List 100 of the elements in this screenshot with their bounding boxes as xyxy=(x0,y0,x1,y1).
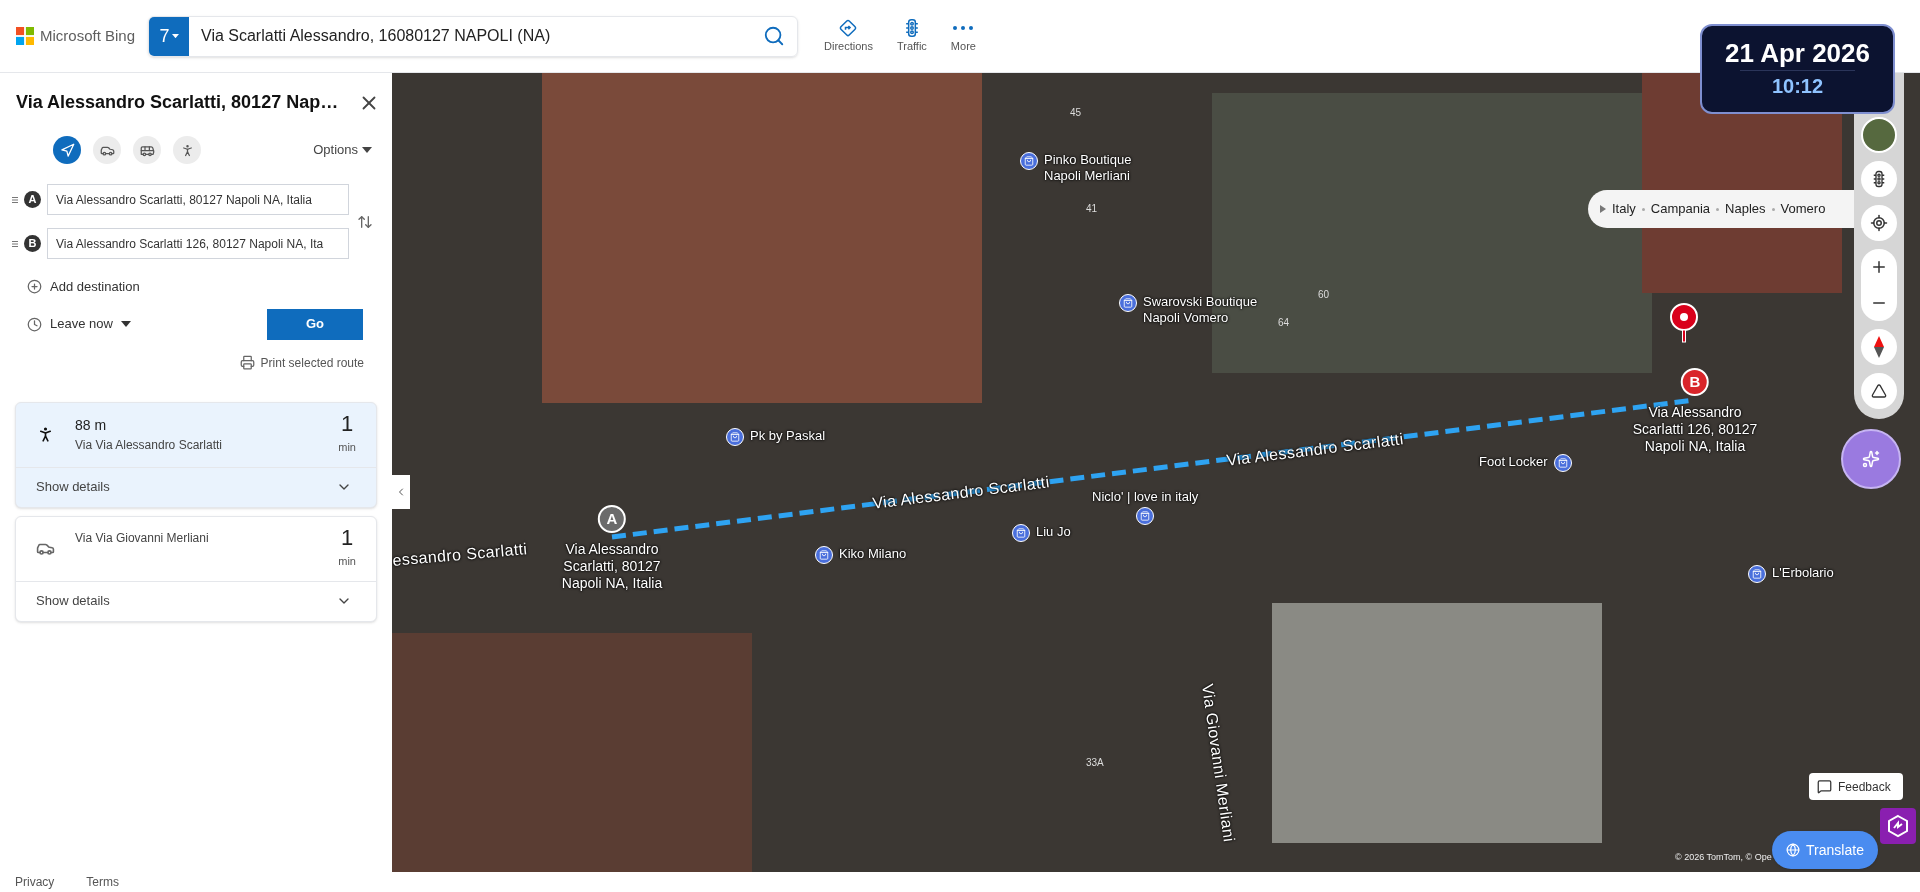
footer-link[interactable]: Terms xyxy=(86,873,119,891)
date-text: 21 Apr 2026 xyxy=(1725,37,1870,70)
shop-pin-icon[interactable] xyxy=(815,546,833,564)
separator-dot-icon xyxy=(1716,207,1720,211)
house-number: 45 xyxy=(1070,106,1082,120)
tilt-button[interactable] xyxy=(1861,373,1897,409)
hexagon-icon xyxy=(1886,814,1910,838)
route-title: Via Alessandro Scarlatti, 80127 Nap… xyxy=(16,91,339,114)
travel-mode-tab[interactable] xyxy=(93,136,121,164)
add-circle-icon xyxy=(27,279,42,295)
poi-label[interactable]: Swarovski Boutique Napoli Vomero xyxy=(1143,294,1258,326)
travel-mode-tab[interactable] xyxy=(53,136,81,164)
directions-button[interactable]: Directions xyxy=(818,17,879,55)
shop-pin-icon[interactable] xyxy=(1553,454,1572,472)
footer-link[interactable]: Privacy xyxy=(15,873,55,891)
drag-handle-icon[interactable] xyxy=(12,196,18,203)
compass-icon xyxy=(1874,336,1884,358)
waypoint-field[interactable]: Via Alessandro Scarlatti 126, 80127 Napoli NA, Ita xyxy=(47,228,349,259)
feedback-button[interactable]: Feedback xyxy=(1809,773,1903,800)
drag-handle-icon[interactable] xyxy=(12,240,18,247)
duration-unit: min xyxy=(338,554,356,570)
route-via: Via Via Giovanni Merliani xyxy=(75,529,209,547)
sparkle-icon xyxy=(1862,450,1880,468)
more-icon xyxy=(953,25,974,30)
route-card[interactable]: Via Via Giovanni Merliani 1 min Show details xyxy=(15,515,377,622)
street-label: Via Alessandro Scarlatti xyxy=(871,472,1051,514)
house-number: 41 xyxy=(1086,202,1098,216)
breadcrumb-link[interactable]: Campania xyxy=(1650,199,1711,219)
shop-pin-icon[interactable] xyxy=(1020,152,1038,170)
waypoint-field[interactable]: Via Alessandro Scarlatti, 80127 Napoli NA, Italia xyxy=(47,184,349,215)
caret-icon xyxy=(362,147,372,153)
poi-label[interactable]: Liu Jo xyxy=(1036,524,1071,540)
waypoint-label: Via Alessandro Scarlatti, 80127 Napoli NA, Italia xyxy=(561,541,663,592)
duration-unit: min xyxy=(338,440,356,456)
traffic-button[interactable]: Traffic xyxy=(890,17,933,55)
globe-icon xyxy=(1786,843,1801,857)
attribution-text: © 2026 TomTom, © Ope xyxy=(1675,851,1772,864)
add-destination-link[interactable]: Add destination xyxy=(27,277,140,297)
show-details-button[interactable]: Show details xyxy=(16,466,376,507)
travel-mode-tab[interactable] xyxy=(173,136,201,164)
clock-icon xyxy=(27,316,42,332)
waypoint-marker: B xyxy=(24,235,41,252)
poi-label[interactable]: L'Erbolario xyxy=(1772,565,1834,581)
more-button[interactable]: More xyxy=(944,17,982,55)
time-text: 10:12 xyxy=(1739,69,1856,101)
poi-label[interactable]: Foot Locker xyxy=(1479,454,1548,470)
house-number: 64 xyxy=(1278,316,1290,330)
caret-icon xyxy=(171,33,179,39)
printer-icon xyxy=(239,355,255,370)
print-route-link[interactable]: Print selected route xyxy=(239,353,364,372)
poi-label[interactable]: Pinko Boutique Napoli Merliani xyxy=(1044,152,1132,184)
extension-logo-icon[interactable] xyxy=(1880,808,1916,844)
poi-label[interactable]: Pk by Paskal xyxy=(750,428,826,444)
search-field[interactable]: 7 Via Scarlatti Alessandro, 16080127 NAPOLI (NA) xyxy=(148,15,798,57)
aerial-view-thumbnail[interactable] xyxy=(1861,117,1897,153)
house-number: 33A xyxy=(1086,756,1104,770)
house-number: 60 xyxy=(1318,288,1330,302)
poi-label[interactable]: Kiko Milano xyxy=(839,546,907,562)
route-via: Via Via Alessandro Scarlatti xyxy=(75,436,222,454)
speech-bubble-icon xyxy=(1817,779,1832,794)
tilt-icon xyxy=(1871,383,1887,399)
shop-pin-icon[interactable] xyxy=(1119,294,1137,312)
waypoint-marker[interactable]: A xyxy=(598,505,626,533)
shop-pin-icon[interactable] xyxy=(1136,507,1155,525)
swap-icon[interactable] xyxy=(357,213,373,230)
logo-text: Microsoft Bing xyxy=(40,25,136,46)
street-label: Via Giovanni Merliani xyxy=(1198,682,1239,844)
breadcrumb-link[interactable]: Italy xyxy=(1612,199,1636,219)
shop-pin-icon[interactable] xyxy=(726,428,744,446)
directions-icon xyxy=(838,17,859,38)
traffic-button[interactable] xyxy=(1861,161,1897,197)
route-card[interactable]: 88 m Via Via Alessandro Scarlatti 1 min Show details xyxy=(15,401,377,508)
breadcrumb-link[interactable]: Vomero xyxy=(1780,199,1826,219)
expand-icon[interactable] xyxy=(1600,205,1606,213)
separator-dot-icon xyxy=(1641,207,1645,211)
satellite-map[interactable] xyxy=(392,73,1920,872)
search-icon[interactable] xyxy=(763,25,785,47)
shop-pin-icon[interactable] xyxy=(1748,565,1766,583)
go-button[interactable]: Go xyxy=(267,308,363,340)
waypoint-marker[interactable]: B xyxy=(1681,368,1709,396)
shop-pin-icon[interactable] xyxy=(1012,524,1030,542)
poi-label[interactable]: Niclo' | love in italy xyxy=(1092,489,1199,505)
route-duration: 1 xyxy=(341,527,354,550)
street-label: Via Alessandro Scarlatti xyxy=(1225,429,1405,471)
route-duration: 1 xyxy=(341,413,354,436)
show-details-button[interactable]: Show details xyxy=(16,580,376,621)
logo-icon xyxy=(16,27,34,45)
zoom-in-icon[interactable] xyxy=(1870,258,1888,276)
travel-mode-tab[interactable] xyxy=(133,136,161,164)
locate-button[interactable] xyxy=(1861,205,1897,241)
options-dropdown[interactable]: Options xyxy=(313,140,372,160)
leave-now-dropdown[interactable]: Leave now xyxy=(27,314,131,334)
waypoint-marker: A xyxy=(24,191,41,208)
scope-dropdown[interactable]: 7 xyxy=(149,16,189,56)
copilot-button[interactable] xyxy=(1841,429,1901,489)
breadcrumb-link[interactable]: Naples xyxy=(1725,199,1766,219)
route-distance: 88 m xyxy=(75,415,108,435)
location-pin-icon xyxy=(1668,303,1700,343)
street-label: essandro Scarlatti xyxy=(392,539,529,571)
compass-button[interactable] xyxy=(1861,329,1897,365)
